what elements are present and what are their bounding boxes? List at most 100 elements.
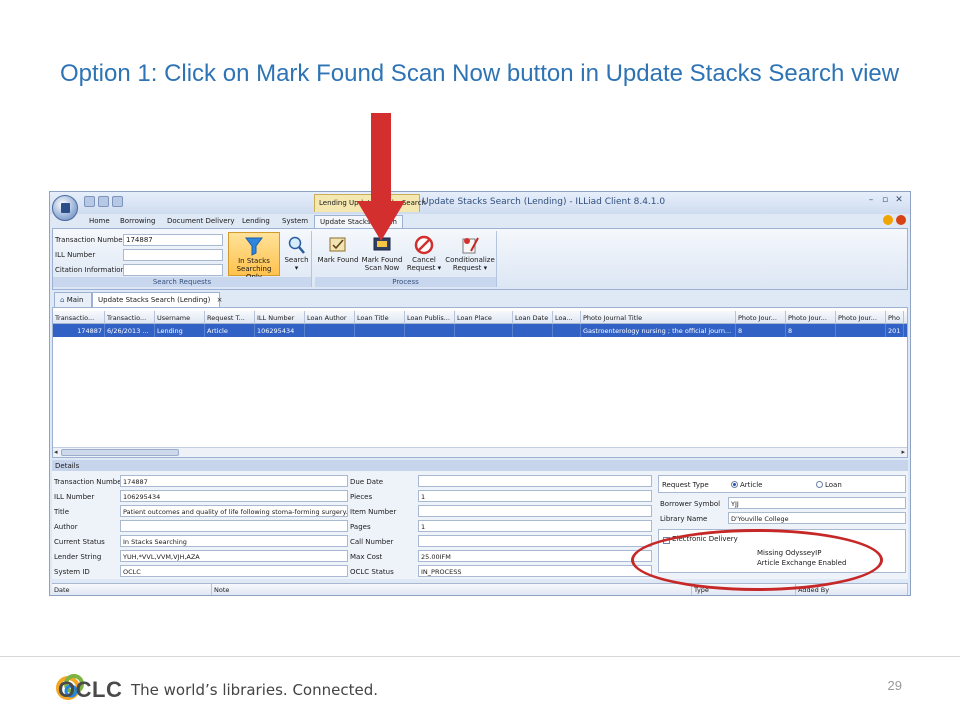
- details-field-row: Transaction Number 174887: [54, 475, 348, 488]
- details-field-row: Due Date: [350, 475, 654, 488]
- details-field-label: Max Cost: [350, 553, 383, 561]
- grid-cell: 8: [736, 324, 786, 337]
- document-tabs: ⌂ Main Update Stacks Search (Lending) ×: [52, 292, 908, 307]
- tab-close-icon[interactable]: ×: [217, 296, 223, 304]
- cancel-request-button[interactable]: Cancel Request ▾: [405, 232, 443, 276]
- red-arrow-icon: [357, 113, 405, 241]
- details-field-input[interactable]: 174887: [120, 475, 348, 487]
- qat-dropdown-icon[interactable]: [112, 196, 123, 207]
- help-icon[interactable]: [896, 215, 906, 225]
- conditionalize-request-button[interactable]: Conditionalize Request ▾: [445, 232, 495, 276]
- tab-lending[interactable]: Lending: [237, 215, 275, 228]
- table-row[interactable]: 174887 6/26/2013 ... Lending Article 1062954…: [53, 324, 907, 337]
- grid-header-cell[interactable]: Photo Jour...: [836, 311, 886, 324]
- tab-borrowing[interactable]: Borrowing: [115, 215, 160, 228]
- request-type-label: Request Type: [662, 481, 709, 489]
- ill-number-label: ILL Number: [55, 251, 96, 259]
- grid-header-cell[interactable]: Loan Author: [305, 311, 355, 324]
- grid-cell: 8: [786, 324, 836, 337]
- grid-header-cell[interactable]: Transactio...: [105, 311, 155, 324]
- scroll-left-icon[interactable]: ◂: [54, 448, 58, 456]
- ill-number-input[interactable]: [123, 249, 223, 261]
- details-field-input[interactable]: [418, 475, 652, 487]
- details-field-input[interactable]: 1: [418, 520, 652, 532]
- details-field-input[interactable]: Patient outcomes and quality of life fol…: [120, 505, 348, 517]
- details-field-row: Max Cost 25.00IFM: [350, 550, 654, 563]
- scroll-right-icon[interactable]: ▸: [901, 448, 905, 456]
- grid-header-cell[interactable]: Photo Journal Title: [581, 311, 736, 324]
- search-button[interactable]: Search ▾: [283, 232, 310, 276]
- details-field-label: Transaction Number: [54, 478, 125, 486]
- grid-cell: 174887: [53, 324, 105, 337]
- help-icons: [880, 215, 906, 227]
- grid-header-cell[interactable]: Photo Jour...: [736, 311, 786, 324]
- qat-new-icon[interactable]: [98, 196, 109, 207]
- grid-header-cell[interactable]: Photo Jour...: [786, 311, 836, 324]
- radio-article-label: Article: [740, 481, 763, 489]
- grid-header-cell[interactable]: Request T...: [205, 311, 255, 324]
- minimize-icon[interactable]: –: [864, 195, 878, 205]
- search-dropdown-icon: ▾: [294, 264, 299, 272]
- tab-home[interactable]: Home: [84, 215, 115, 228]
- details-field-row: Pieces 1: [350, 490, 654, 503]
- scroll-thumb[interactable]: [61, 449, 179, 456]
- details-field-row: OCLC Status IN_PROCESS: [350, 565, 654, 578]
- details-field-input[interactable]: 1: [418, 490, 652, 502]
- details-field-label: System ID: [54, 568, 90, 576]
- details-field-input[interactable]: 106295434: [120, 490, 348, 502]
- grid-cell: 106295434: [255, 324, 305, 337]
- search-label: Search: [284, 256, 309, 264]
- borrower-symbol-field[interactable]: YJJ: [728, 497, 906, 509]
- doc-tab-update-stacks-search[interactable]: Update Stacks Search (Lending) ×: [92, 292, 223, 307]
- grid-header-cell[interactable]: Loan Place: [455, 311, 513, 324]
- grid-header-cell[interactable]: Loa...: [553, 311, 581, 324]
- radio-article[interactable]: Article: [731, 481, 762, 489]
- close-icon[interactable]: ✕: [892, 195, 906, 205]
- cancel-label-2: Request ▾: [406, 264, 442, 272]
- details-field-input[interactable]: YUH,*VVL,VVM,VJH,AZA: [120, 550, 348, 562]
- restore-icon[interactable]: ▫: [878, 195, 892, 205]
- grid-header-cell[interactable]: Pho: [886, 311, 904, 324]
- citation-information-input[interactable]: [123, 264, 223, 276]
- library-name-row: Library Name D'Youville College: [660, 512, 906, 525]
- transaction-number-input[interactable]: 174887: [123, 234, 223, 246]
- library-name-label: Library Name: [660, 515, 708, 523]
- details-field-row: Author: [54, 520, 348, 533]
- page-number: 29: [887, 678, 902, 693]
- grid-header-cell[interactable]: Loan Date: [513, 311, 553, 324]
- details-field-label: Pages: [350, 523, 371, 531]
- notes-header-cell[interactable]: Note: [212, 584, 692, 595]
- grid-header-cell[interactable]: Username: [155, 311, 205, 324]
- details-field-input[interactable]: OCLC: [120, 565, 348, 577]
- notes-header-cell[interactable]: Date: [52, 584, 212, 595]
- grid-header-cell[interactable]: Loan Title: [355, 311, 405, 324]
- quick-access-toolbar: [84, 196, 148, 210]
- tab-system[interactable]: System: [277, 215, 313, 228]
- grid-header-cell[interactable]: Loan Publis...: [405, 311, 455, 324]
- radio-loan[interactable]: Loan: [816, 481, 842, 489]
- radio-loan-label: Loan: [825, 481, 842, 489]
- tab-document-delivery[interactable]: Document Delivery: [162, 215, 240, 228]
- library-name-field[interactable]: D'Youville College: [728, 512, 906, 524]
- grid-cell: 201: [886, 324, 904, 337]
- horizontal-scrollbar[interactable]: ◂ ▸: [53, 447, 907, 457]
- in-stacks-searching-only-button[interactable]: In Stacks Searching Only: [228, 232, 280, 281]
- details-field-input[interactable]: 25.00IFM: [418, 550, 652, 562]
- details-field-input[interactable]: [120, 520, 348, 532]
- mark-found-button[interactable]: Mark Found: [317, 232, 359, 276]
- details-field-input[interactable]: [418, 535, 652, 547]
- conditionalize-label-1: Conditionalize: [445, 256, 495, 264]
- mark-found-scan-label-2: Scan Now: [364, 264, 400, 272]
- doc-tab-main[interactable]: ⌂ Main: [54, 292, 92, 307]
- details-field-input[interactable]: IN_PROCESS: [418, 565, 652, 577]
- details-field-input[interactable]: [418, 505, 652, 517]
- footer-tagline: The world’s libraries. Connected.: [131, 681, 378, 699]
- help-warning-icon[interactable]: [883, 215, 893, 225]
- citation-information-label: Citation Information: [55, 266, 126, 274]
- cancel-label-1: Cancel: [412, 256, 436, 264]
- qat-save-icon[interactable]: [84, 196, 95, 207]
- grid-header-cell[interactable]: ILL Number: [255, 311, 305, 324]
- details-field-label: OCLC Status: [350, 568, 394, 576]
- grid-header-cell[interactable]: Transactio...: [53, 311, 105, 324]
- details-field-input[interactable]: In Stacks Searching: [120, 535, 348, 547]
